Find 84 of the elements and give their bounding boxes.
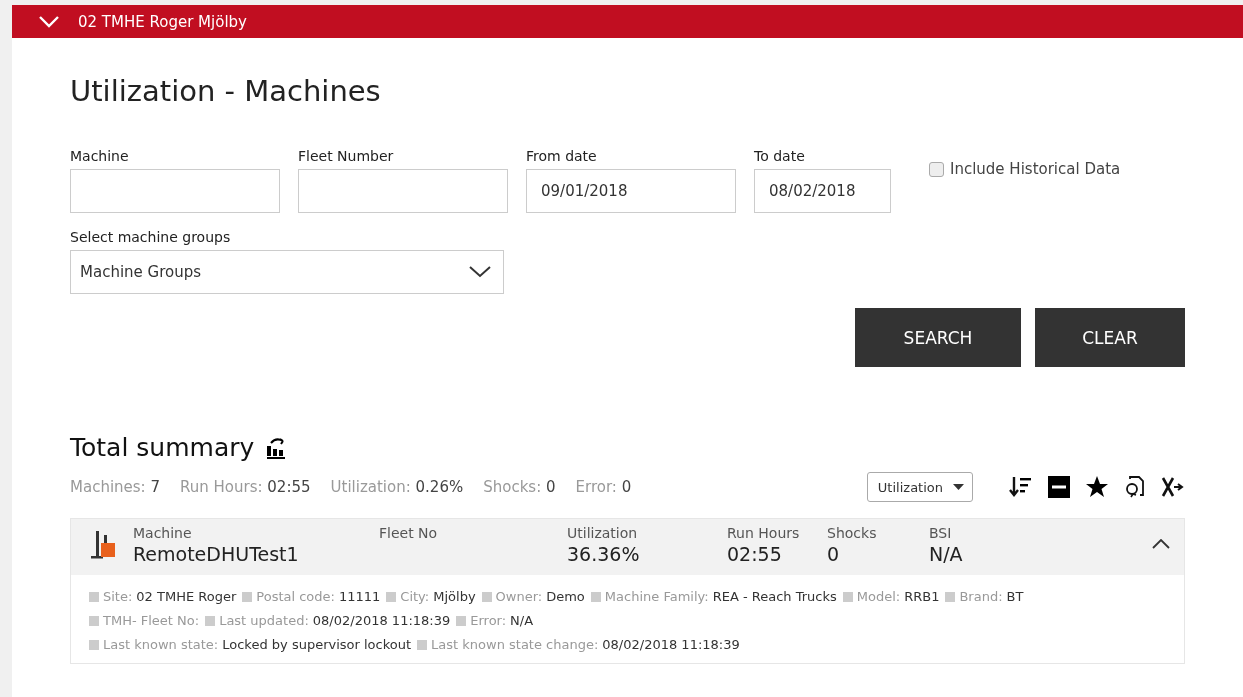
field-label: Machine: [70, 148, 129, 164]
stat-label: Machines:: [70, 478, 146, 496]
detail-label: Machine Family:: [604, 588, 709, 606]
bullet-icon: [481, 592, 492, 602]
detail-label: City:: [400, 588, 430, 606]
detail-label: Error:: [470, 612, 507, 630]
detail-label: Brand:: [959, 588, 1003, 606]
stat-label: Shocks:: [483, 478, 542, 496]
collapse-icon[interactable]: [1047, 475, 1071, 499]
detail-value: 11111: [338, 588, 381, 606]
text-field[interactable]: [70, 169, 280, 213]
detail-value: Mjölby: [433, 588, 476, 606]
bullet-icon: [590, 592, 601, 602]
column-value: 36.36%: [567, 543, 640, 565]
detail-label: Model:: [856, 588, 901, 606]
detail-label: Owner:: [495, 588, 543, 606]
detail-value: 02 TMHE Roger: [136, 588, 237, 606]
detail-label: Last known state:: [103, 636, 219, 654]
chevron-up-icon[interactable]: [1152, 539, 1170, 549]
refresh-document-icon[interactable]: [1123, 475, 1147, 499]
chevron-down-icon[interactable]: [469, 266, 491, 278]
sort-icon[interactable]: [1009, 475, 1033, 499]
detail-value: 08/02/2018 11:18:39: [312, 612, 451, 630]
detail-label: Last updated:: [219, 612, 309, 630]
action-button[interactable]: CLEAR: [1035, 308, 1185, 367]
bullet-icon: [417, 640, 428, 650]
bullet-icon: [242, 592, 253, 602]
column-label: Run Hours: [727, 525, 800, 541]
field-label: To date: [754, 148, 805, 164]
detail-value: Locked by supervisor lockout: [222, 636, 412, 654]
action-button[interactable]: SEARCH: [855, 308, 1021, 367]
stat-label: Run Hours:: [180, 478, 263, 496]
text-field[interactable]: 08/02/2018: [754, 169, 891, 213]
detail-value: RRB1: [904, 588, 940, 606]
header-title[interactable]: 02 TMHE Roger Mjölby: [78, 12, 247, 31]
x-arrow-icon[interactable]: [1161, 475, 1185, 499]
bullet-icon: [945, 592, 956, 602]
star-icon[interactable]: [1085, 475, 1109, 499]
stat-label: Error:: [575, 478, 617, 496]
detail-value: BT: [1006, 588, 1024, 606]
checkbox-label: Include Historical Data: [950, 160, 1121, 178]
detail-label: Last known state change:: [431, 636, 599, 654]
detail-value: 08/02/2018 11:18:39: [602, 636, 740, 654]
forklift-icon: [91, 529, 117, 561]
stat-value: 02:55: [267, 478, 311, 496]
column-label: Utilization: [567, 525, 638, 541]
column-value: RemoteDHUTest1: [133, 543, 299, 565]
bullet-icon: [456, 616, 467, 626]
column-value: 0: [827, 543, 840, 565]
field-label: Fleet Number: [298, 148, 394, 164]
detail-value: REA - Reach Trucks: [712, 588, 837, 606]
page-title: Utilization - Machines: [70, 74, 381, 108]
checkbox[interactable]: [929, 161, 944, 177]
field-label: Select machine groups: [70, 229, 231, 245]
detail-value: N/A: [510, 612, 534, 630]
detail-value: Demo: [546, 588, 585, 606]
column-label: Fleet No: [379, 525, 438, 541]
column-label: Shocks: [827, 525, 877, 541]
column-value: N/A: [929, 543, 963, 565]
column-value: 02:55: [727, 543, 782, 565]
bullet-icon: [386, 592, 397, 602]
caret-icon: [953, 484, 964, 490]
bullet-icon: [89, 640, 99, 650]
field-label: From date: [526, 148, 597, 164]
bullet-icon: [89, 616, 99, 626]
text-field[interactable]: 09/01/2018: [526, 169, 736, 213]
column-label: BSI: [929, 525, 952, 541]
stat-value: 0.26%: [415, 478, 464, 496]
bullet-icon: [842, 592, 853, 602]
detail-label: TMH- Fleet No:: [103, 612, 200, 630]
bullet-icon: [205, 616, 216, 626]
column-label: Machine: [133, 525, 192, 541]
bullet-icon: [89, 592, 99, 602]
text-field[interactable]: [298, 169, 508, 213]
stat-label: Utilization:: [330, 478, 411, 496]
stat-value: 0: [621, 478, 632, 496]
sort-dropdown[interactable]: Utilization: [866, 472, 973, 502]
detail-label: Postal code:: [256, 588, 335, 606]
section-title: Total summary: [70, 433, 255, 462]
stat-value: 0: [546, 478, 556, 496]
machine-groups-dropdown[interactable]: Machine Groups: [70, 250, 504, 294]
stat-value: 7: [150, 478, 160, 496]
machine-row-header[interactable]: Machine RemoteDHUTest1 Fleet No Utilization 36.36% Run Hours 02:55 Shocks 0 BSI N/A: [71, 519, 1184, 575]
detail-label: Site:: [103, 588, 133, 606]
